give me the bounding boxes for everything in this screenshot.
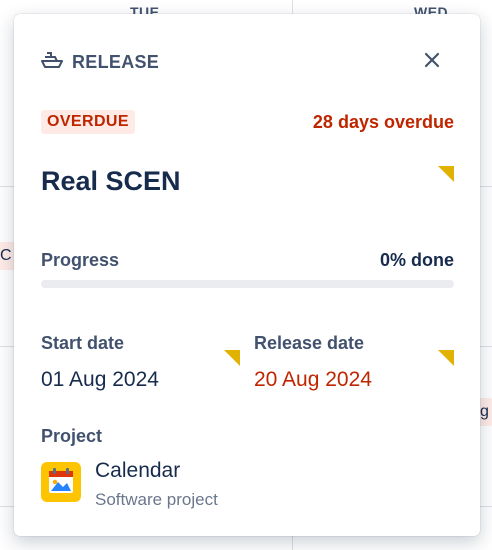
- close-icon: [424, 52, 440, 68]
- edit-corner-marker[interactable]: [438, 166, 454, 182]
- edit-corner-marker[interactable]: [438, 350, 454, 366]
- project-type: Software project: [95, 490, 218, 509]
- start-date-value[interactable]: 01 Aug 2024: [41, 368, 159, 392]
- release-date-value[interactable]: 20 Aug 2024: [254, 368, 372, 392]
- close-button[interactable]: [422, 50, 442, 70]
- release-name[interactable]: Real SCEN: [41, 166, 181, 197]
- start-date-label: Start date: [41, 333, 125, 353]
- ship-icon: [41, 50, 63, 75]
- project-link[interactable]: Calendar Software project: [41, 458, 218, 510]
- overdue-duration: 28 days overdue: [312, 112, 454, 132]
- status-badge: OVERDUE: [41, 110, 135, 134]
- release-date-label: Release date: [254, 333, 365, 353]
- project-label: Project: [41, 426, 103, 446]
- calendar-project-icon: [41, 462, 81, 502]
- progress-bar: [41, 280, 454, 288]
- project-name[interactable]: Calendar: [95, 458, 218, 484]
- popup-title: RELEASE: [72, 52, 160, 72]
- progress-value: 0% done: [379, 250, 454, 270]
- progress-label: Progress: [41, 250, 120, 270]
- edit-corner-marker[interactable]: [224, 350, 240, 366]
- popup-header: RELEASE: [41, 50, 159, 75]
- release-popup: RELEASE OVERDUE 28 days overdue Real SCE…: [14, 14, 480, 536]
